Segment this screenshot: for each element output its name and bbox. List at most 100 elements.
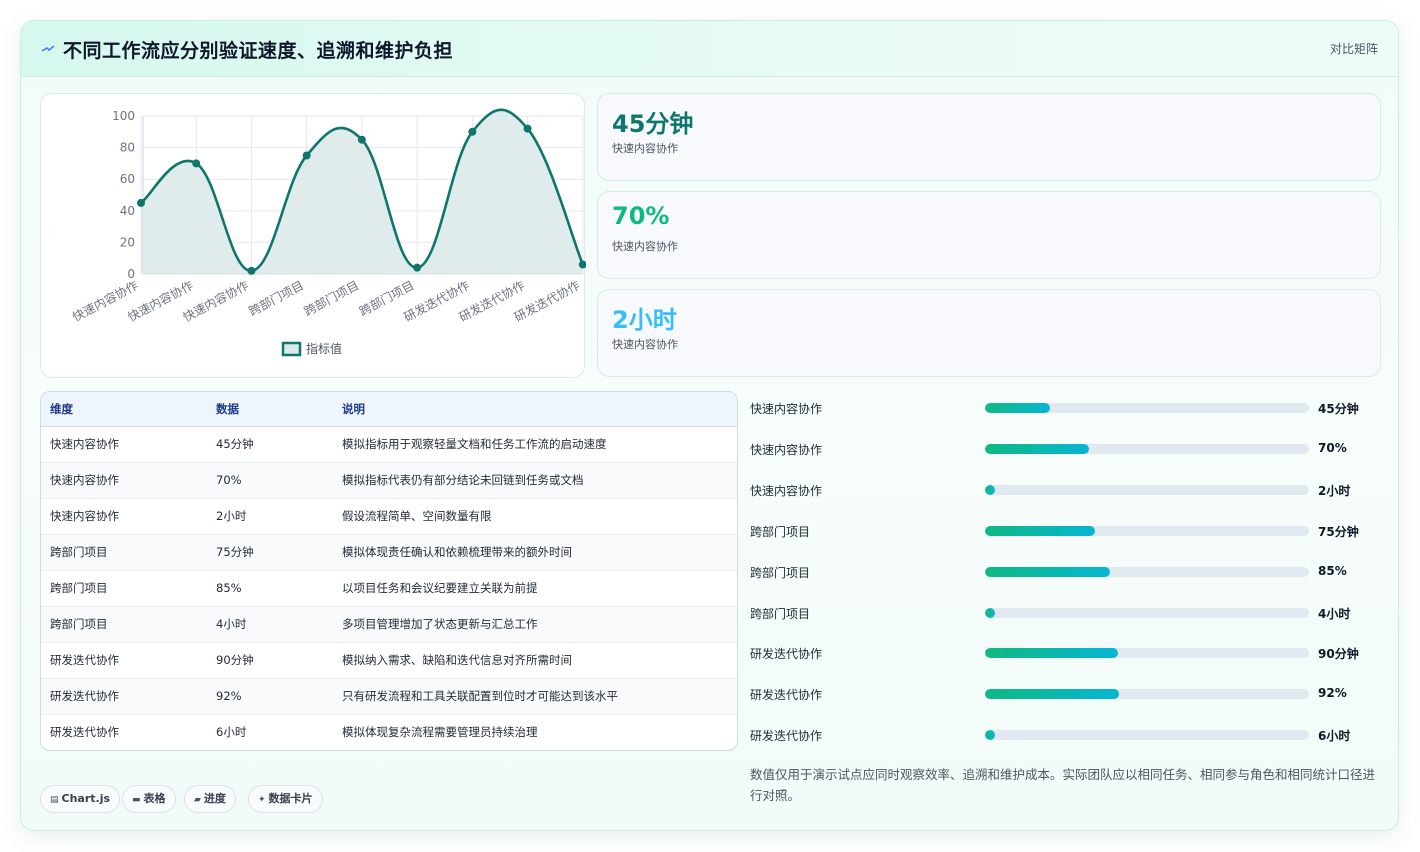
progress-track: [985, 525, 1309, 536]
stat-value: 2小时: [612, 306, 677, 334]
progress-track: [985, 566, 1309, 577]
badge-table[interactable]: ▬ 表格: [122, 785, 176, 813]
footnote: 数值仅用于演示试点应同时观察效率、追溯和维护成本。实际团队应以相同任务、相同参与…: [750, 767, 1376, 803]
column-header[interactable]: 数据: [207, 392, 333, 427]
table-cell: 跨部门项目: [41, 606, 207, 643]
x-tick-label: 跨部门项目: [246, 277, 306, 318]
data-table: 维度 数据 说明 快速内容协作 45分钟 模拟指标用于观察轻量文档和任务工作流的启动…: [40, 391, 738, 751]
data-point: [413, 263, 422, 272]
comparison-matrix-card: 不同工作流应分别验证速度、追溯和维护负担 对比矩阵 0 20 40 60 80 100 快速…: [20, 20, 1399, 831]
table-cell: 只有研发流程和工具关联配置到位时才可能达到该水平: [333, 678, 737, 715]
progress-row: 快速内容协作 45分钟: [750, 397, 1382, 419]
data-point: [247, 266, 256, 275]
chart-icon: ▤: [50, 795, 59, 805]
table-cell: 研发迭代协作: [41, 678, 207, 715]
table-row: 跨部门项目 75分钟 模拟体现责任确认和依赖梳理带来的额外时间: [41, 534, 737, 571]
legend-label: 指标值: [306, 341, 342, 356]
progress-track: [985, 689, 1309, 700]
progress-row: 研发迭代协作 92%: [750, 683, 1382, 705]
table-cell: 4小时: [207, 606, 333, 643]
table-row: 快速内容协作 45分钟 模拟指标用于观察轻量文档和任务工作流的启动速度: [41, 426, 737, 463]
progress-fill: [985, 607, 995, 618]
data-point: [302, 151, 311, 160]
progress-fill: [985, 525, 1096, 536]
progress-row: 快速内容协作 2小时: [750, 479, 1382, 501]
progress-fill: [985, 443, 1089, 454]
progress-row: 跨部门项目 75分钟: [750, 520, 1382, 542]
progress-label: 研发迭代协作: [750, 688, 823, 703]
column-header[interactable]: 说明: [333, 392, 737, 427]
table-cell: 研发迭代协作: [50, 725, 119, 740]
progress-label: 跨部门项目: [750, 524, 811, 539]
y-tick-label: 40: [120, 204, 135, 218]
progress-value: 4小时: [1318, 606, 1351, 621]
table-cell: 6小时: [216, 725, 247, 740]
table-cell: 模拟体现复杂流程需要管理员持续治理: [342, 725, 538, 740]
y-tick-label: 20: [120, 235, 135, 249]
progress-row: 研发迭代协作 90分钟: [750, 642, 1382, 664]
data-point: [192, 159, 201, 168]
progress-label: 研发迭代协作: [750, 647, 823, 662]
progress-label: 跨部门项目: [750, 606, 811, 621]
table-cell: 45分钟: [207, 426, 333, 463]
stat-label: 快速内容协作: [612, 338, 678, 351]
badge-progress[interactable]: ▰ 进度: [184, 785, 236, 813]
card-header: 不同工作流应分别验证速度、追溯和维护负担 对比矩阵: [21, 21, 1398, 77]
progress-fill: [985, 648, 1118, 659]
table-cell: 2小时: [207, 498, 333, 535]
progress-row: 快速内容协作 70%: [750, 438, 1382, 460]
y-tick-label: 60: [120, 172, 135, 186]
data-point: [357, 135, 366, 144]
table-cell: 模拟体现责任确认和依赖梳理带来的额外时间: [333, 534, 737, 571]
badge-data-card[interactable]: ✦ 数据卡片: [248, 785, 323, 813]
progress-fill: [985, 403, 1050, 413]
table-cell: 研发迭代协作: [41, 642, 207, 679]
progress-track: [985, 607, 1309, 618]
table-cell: 75分钟: [207, 534, 333, 571]
table-row: 快速内容协作 70% 模拟指标代表仍有部分结论未回链到任务或文档: [41, 462, 737, 499]
table-cell: 以项目任务和会议纪要建立关联为前提: [333, 570, 737, 607]
table-cell: 90分钟: [207, 642, 333, 679]
progress-label: 快速内容协作: [750, 483, 823, 498]
progress-value: 70%: [1318, 440, 1347, 455]
table-cell: 快速内容协作: [41, 426, 207, 463]
column-header[interactable]: 维度: [41, 392, 207, 427]
progress-label: 研发迭代协作: [750, 729, 823, 744]
progress-fill: [985, 566, 1110, 577]
progress-fill: [985, 730, 995, 741]
stat-value: 45分钟: [612, 110, 694, 138]
sparkle-icon: ✦: [258, 795, 266, 805]
table-row: 快速内容协作 2小时 假设流程简单、空间数量有限: [41, 498, 737, 535]
table-cell: 快速内容协作: [41, 462, 207, 499]
badge-chartjs[interactable]: ▤ Chart.js: [40, 785, 121, 813]
stat-card: 45分钟 快速内容协作: [597, 93, 1381, 181]
progress-row: 研发迭代协作 6小时: [750, 724, 1382, 746]
progress-icon: ▰: [194, 795, 201, 805]
view-tag[interactable]: 对比矩阵: [1330, 40, 1378, 57]
table-cell: 模拟指标用于观察轻量文档和任务工作流的启动速度: [333, 426, 737, 463]
stat-label: 快速内容协作: [612, 240, 678, 253]
y-tick-label: 80: [120, 141, 135, 155]
lightning-icon: [41, 45, 55, 52]
table-row: 研发迭代协作 90分钟 模拟纳入需求、缺陷和迭代信息对齐所需时间: [41, 642, 737, 679]
table-cell: 70%: [207, 462, 333, 499]
stat-card: 2小时 快速内容协作: [597, 289, 1381, 377]
line-chart: 020406080100快速内容协作快速内容协作快速内容协作跨部门项目跨部门项目…: [70, 108, 586, 357]
progress-value: 85%: [1318, 563, 1347, 578]
progress-track: [985, 730, 1309, 741]
table-cell: 模拟纳入需求、缺陷和迭代信息对齐所需时间: [333, 642, 737, 679]
table-row: 跨部门项目 85% 以项目任务和会议纪要建立关联为前提: [41, 570, 737, 607]
progress-value: 45分钟: [1318, 402, 1359, 416]
table-cell: 快速内容协作: [41, 498, 207, 535]
table-row: 研发迭代协作 92% 只有研发流程和工具关联配置到位时才可能达到该水平: [41, 678, 737, 715]
stat-label: 快速内容协作: [612, 142, 678, 155]
stat-value: 70%: [612, 202, 670, 230]
progress-label: 跨部门项目: [750, 565, 811, 580]
table-cell: 假设流程简单、空间数量有限: [333, 498, 737, 535]
table-row: 跨部门项目 4小时 多项目管理增加了状态更新与汇总工作: [41, 606, 737, 643]
progress-track: [985, 443, 1309, 454]
progress-fill: [985, 484, 995, 495]
y-tick-label: 100: [112, 109, 135, 123]
table-cell: 跨部门项目: [41, 570, 207, 607]
data-point: [523, 124, 532, 133]
